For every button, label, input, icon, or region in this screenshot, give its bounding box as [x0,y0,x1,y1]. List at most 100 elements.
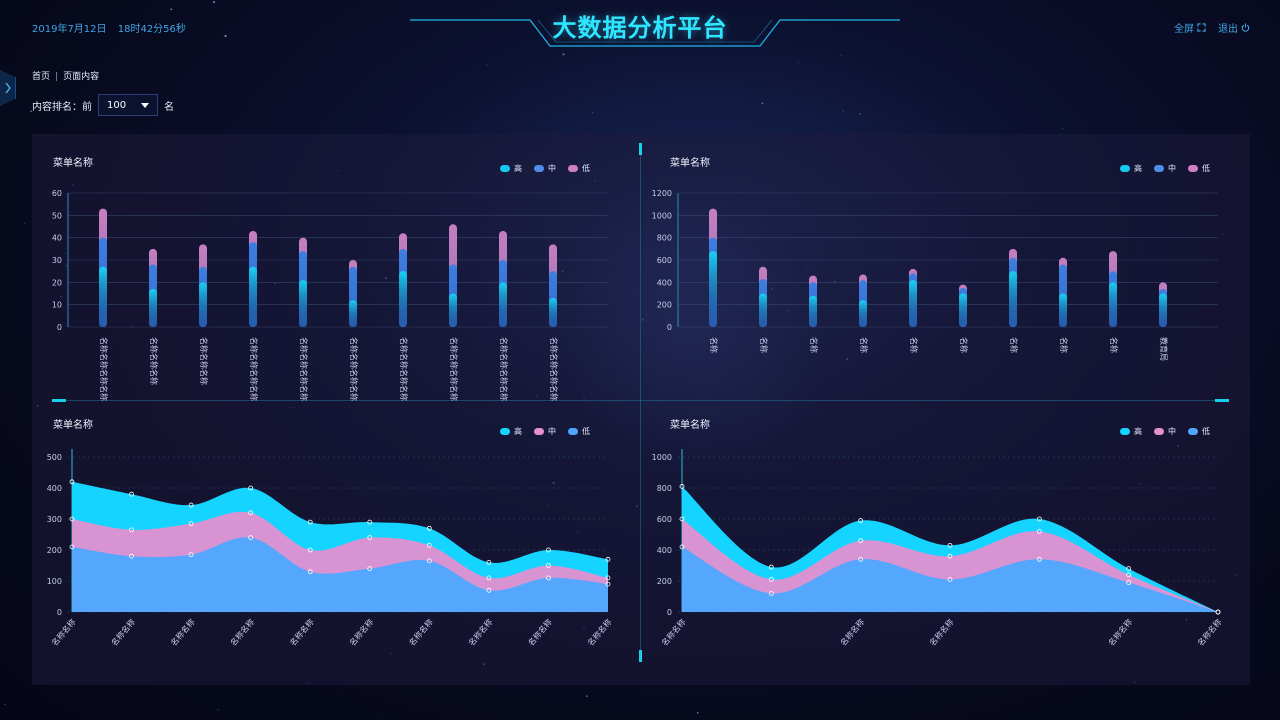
x-tick-label: 名称名称 [927,617,955,648]
bar-high[interactable] [1059,293,1067,328]
legend-item[interactable]: 高 [500,426,522,437]
x-tick-label: 名称 [959,337,969,353]
x-tick-label: 名称名称名称名称 [99,337,109,401]
bar-high[interactable] [859,300,867,327]
bar-high[interactable] [199,282,207,327]
star [23,222,26,224]
bar-high[interactable] [149,289,157,327]
legend-label: 低 [1202,164,1210,173]
bar-high[interactable] [399,271,407,327]
star [761,102,764,105]
y-tick-label: 50 [52,211,62,220]
legend-item[interactable]: 高 [500,163,522,174]
chart-3-areas: 0 100 200 300 400 500 名称名称 名称名称 名称名称 名称名称 名称名称 名称名称… [47,449,614,648]
legend-label: 高 [514,427,522,436]
x-tick-label: 名称 [1009,337,1019,353]
divider-cap [1215,399,1229,402]
legend-label: 中 [548,164,556,173]
y-tick-label: 600 [657,256,672,265]
star [1011,98,1013,99]
bar-high[interactable] [959,293,967,328]
x-tick-label: 名称 [759,337,769,353]
bar-high[interactable] [1109,282,1117,327]
power-icon [1241,23,1250,32]
legend-item[interactable]: 中 [534,163,556,174]
star [591,112,593,114]
legend-item[interactable]: 低 [1188,426,1210,437]
x-tick-label: 名称 [709,337,719,353]
legend-label: 中 [1168,427,1176,436]
star [842,110,845,112]
y-tick-label: 0 [57,608,62,617]
legend-item[interactable]: 低 [568,163,590,174]
bar-high[interactable] [909,280,917,327]
x-tick-label: 教育局 [1159,337,1169,361]
x-tick-label: 名称 [809,337,819,353]
bar-high[interactable] [349,300,357,327]
legend-item[interactable]: 中 [534,426,556,437]
y-tick-label: 100 [47,577,62,586]
bar-high[interactable] [99,266,107,327]
y-tick-label: 1000 [652,211,672,220]
bar-high[interactable] [299,280,307,327]
sidebar-toggle[interactable] [0,70,16,106]
breadcrumb-home[interactable]: 首页 [32,72,50,82]
bar-high[interactable] [549,297,557,327]
x-tick-label: 名称名称 [1106,617,1134,648]
y-tick-label: 200 [657,577,672,586]
bar-high[interactable] [249,266,257,327]
top-bar: 2019年7月12日 18时42分56秒 大数据分析平台 全屏 退出 [0,0,1280,60]
y-tick-label: 300 [47,515,62,524]
chart-3-legend: 高 中 低 [500,426,590,437]
legend-item[interactable]: 高 [1120,163,1142,174]
legend-item[interactable]: 高 [1120,426,1142,437]
bar-high[interactable] [449,293,457,328]
fullscreen-button[interactable]: 全屏 [1174,20,1206,35]
breadcrumb-separator: | [55,72,59,82]
x-tick-label: 名称名称名称名称 [399,337,409,401]
rank-select[interactable]: 100 [98,94,158,116]
y-tick-label: 400 [657,278,672,287]
y-tick-label: 40 [52,234,62,243]
bar-high[interactable] [759,293,767,328]
bar-high[interactable] [499,282,507,327]
chart-1-legend: 高 中 低 [500,163,590,174]
legend-item[interactable]: 低 [1188,163,1210,174]
breadcrumb: 首页 | 页面内容 [32,69,99,82]
x-tick-label: 名称名称名称名称 [349,337,359,401]
x-tick-label: 名称名称 [347,617,375,648]
x-tick-label: 名称名称 [838,617,866,648]
x-tick-label: 名称名称 [49,617,77,648]
legend-item[interactable]: 低 [568,426,590,437]
bar-high[interactable] [709,251,717,327]
bar-high[interactable] [1159,293,1167,328]
fullscreen-label: 全屏 [1174,24,1194,35]
logout-button[interactable]: 退出 [1218,20,1250,35]
y-tick-label: 600 [657,515,672,524]
legend-label: 中 [1168,164,1176,173]
legend-item[interactable]: 中 [1154,426,1176,437]
y-tick-label: 200 [47,546,62,555]
x-tick-label: 名称 [1109,337,1119,353]
star [696,712,699,714]
y-tick-label: 0 [667,323,672,332]
x-tick-label: 名称名称名称名称 [549,337,559,401]
bar-high[interactable] [1009,271,1017,327]
x-tick-label: 名称名称名称名称 [499,337,509,401]
y-tick-label: 1200 [652,189,672,198]
chart-4-title: 菜单名称 [670,420,710,431]
y-tick-label: 1000 [652,453,672,462]
legend-item[interactable]: 中 [1154,163,1176,174]
y-tick-label: 0 [667,608,672,617]
legend-label: 低 [582,427,590,436]
legend-label: 低 [1202,427,1210,436]
y-tick-label: 800 [657,484,672,493]
bar-high[interactable] [809,295,817,327]
y-tick-label: 200 [657,301,672,310]
x-tick-label: 名称名称 [168,617,196,648]
star [217,709,219,711]
divider-cap [639,143,642,155]
chart-2-bars: 0 200 400 600 800 1000 1200 名称 名称 名称 名称 名称 名称 名称 名称 名称 教… [652,189,1218,361]
breadcrumb-current: 页面内容 [63,72,100,82]
x-tick-label: 名称名称名称名称 [249,337,259,401]
